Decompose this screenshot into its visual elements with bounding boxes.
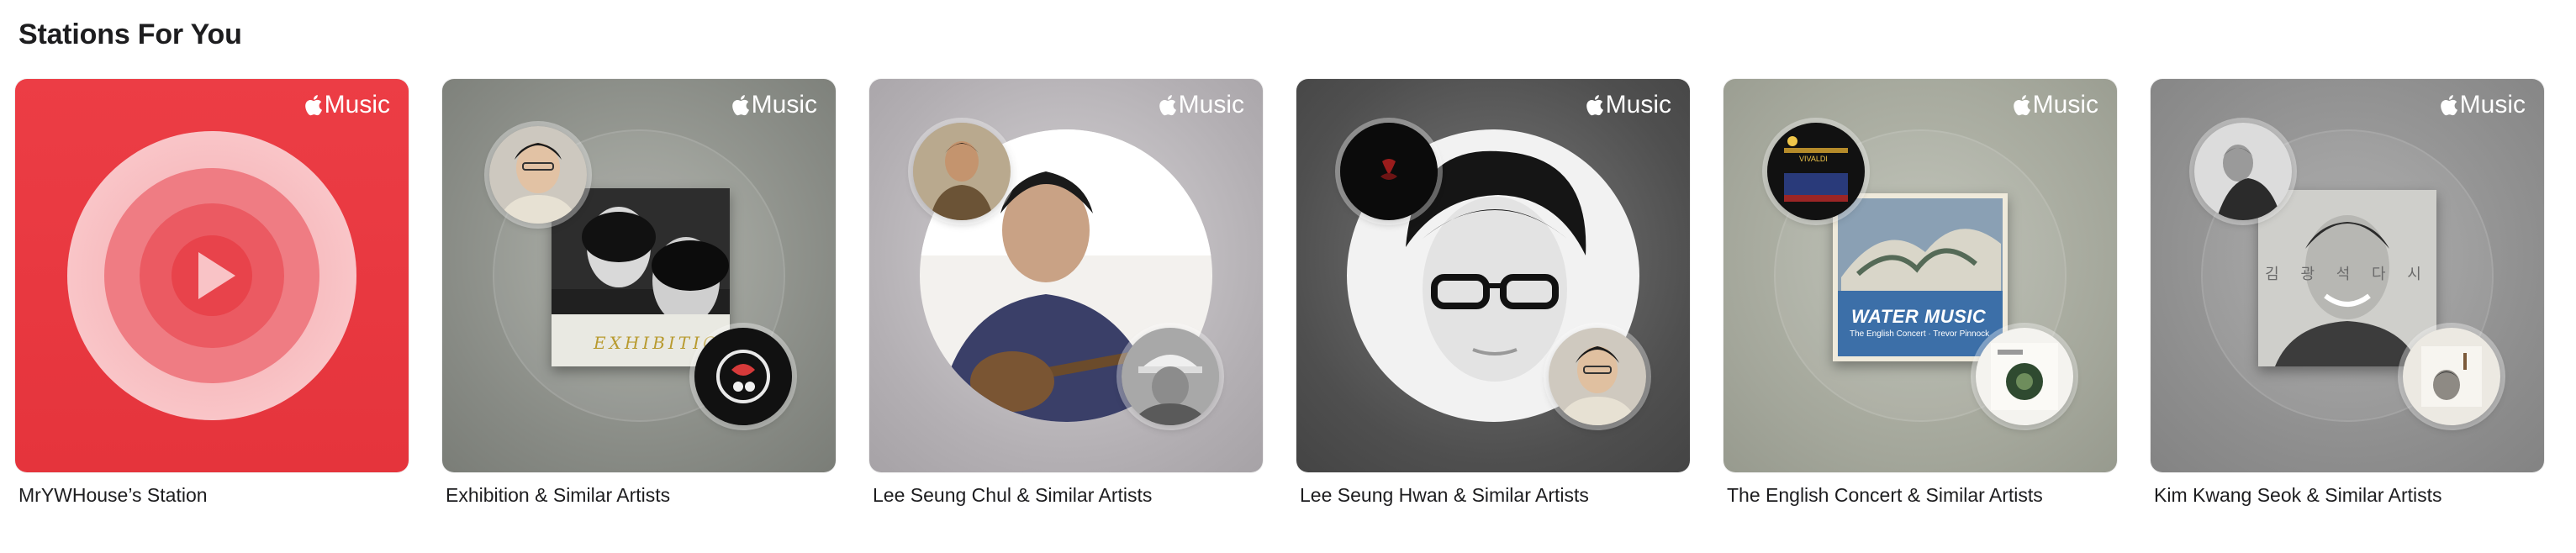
station-card-kim-kwang-seok[interactable]: Music 김 광 석 다 시 Kim Kwang Seok & Similar… xyxy=(2151,79,2544,507)
apple-icon xyxy=(2440,95,2457,116)
apple-icon xyxy=(731,95,749,116)
station-caption[interactable]: MrYWHouse’s Station xyxy=(15,484,409,507)
apple-music-logo: Music xyxy=(1584,91,1671,119)
station-caption[interactable]: Exhibition & Similar Artists xyxy=(442,484,836,507)
artist-avatar xyxy=(2194,123,2292,220)
station-card-english-concert[interactable]: Music WATER MUSIC The English Concert · … xyxy=(1723,79,2117,507)
cover-text: 김 광 석 다 시 xyxy=(2265,266,2430,283)
brand-label: Music xyxy=(751,91,817,118)
station-artwork[interactable]: Music WATER MUSIC The English Concert · … xyxy=(1723,79,2117,472)
section-title[interactable]: Stations For You xyxy=(18,18,242,51)
station-artwork[interactable]: Music xyxy=(15,79,409,472)
station-artwork[interactable]: Music xyxy=(1296,79,1690,472)
artist-avatar xyxy=(1340,123,1438,220)
station-card-lee-seung-chul[interactable]: Music Lee Seung Chul & Similar Artists xyxy=(869,79,1263,507)
radio-waves-icon xyxy=(67,131,356,420)
station-caption[interactable]: Kim Kwang Seok & Similar Artists xyxy=(2151,484,2544,507)
cover-title: WATER MUSIC xyxy=(1851,306,1987,327)
stations-for-you-section: Stations For You Music MrYWHouse’s Stati… xyxy=(0,0,2576,553)
apple-music-logo: Music xyxy=(730,91,817,119)
station-caption[interactable]: The English Concert & Similar Artists xyxy=(1723,484,2117,507)
apple-icon xyxy=(1159,95,1176,116)
apple-icon xyxy=(2013,95,2030,116)
artist-avatar xyxy=(1549,328,1646,425)
artist-avatar xyxy=(1122,328,1219,425)
artist-avatar xyxy=(489,126,587,224)
album-cover: EXHIBITION xyxy=(552,188,730,366)
station-artwork[interactable]: Music 김 광 석 다 시 xyxy=(2151,79,2544,472)
artist-avatar xyxy=(1976,328,2073,425)
station-card-lee-seung-hwan[interactable]: Music Lee Seung Hwan & Similar Artists xyxy=(1296,79,1690,507)
station-card-exhibition[interactable]: Music EXHIBITION Exhibition & Similar Ar… xyxy=(442,79,836,507)
apple-icon xyxy=(1586,95,1603,116)
artist-avatar xyxy=(694,328,792,425)
apple-music-logo: Music xyxy=(2011,91,2098,119)
brand-label: Music xyxy=(1178,91,1244,118)
brand-label: Music xyxy=(2459,91,2526,118)
station-caption[interactable]: Lee Seung Hwan & Similar Artists xyxy=(1296,484,1690,507)
station-card-personal[interactable]: Music MrYWHouse’s Station xyxy=(15,79,409,507)
station-caption[interactable]: Lee Seung Chul & Similar Artists xyxy=(869,484,1263,507)
artist-avatar xyxy=(913,123,1011,220)
apple-music-logo: Music xyxy=(2438,91,2526,119)
station-artwork[interactable]: Music EXHIBITION xyxy=(442,79,836,472)
artist-avatar: VIVALDI xyxy=(1767,123,1865,220)
artist-avatar xyxy=(2403,328,2500,425)
station-artwork[interactable]: Music xyxy=(869,79,1263,472)
album-cover: WATER MUSIC The English Concert · Trevor… xyxy=(1833,193,2008,361)
brand-label: Music xyxy=(1605,91,1671,118)
cover-subtitle: The English Concert · Trevor Pinnock xyxy=(1850,329,1990,339)
brand-label: Music xyxy=(2032,91,2098,118)
apple-music-logo: Music xyxy=(1157,91,1244,119)
album-cover: 김 광 석 다 시 xyxy=(2258,190,2436,366)
stations-shelf: Music MrYWHouse’s Station Music EXHIBITI… xyxy=(15,79,2544,507)
badge-text: VIVALDI xyxy=(1799,155,1828,163)
